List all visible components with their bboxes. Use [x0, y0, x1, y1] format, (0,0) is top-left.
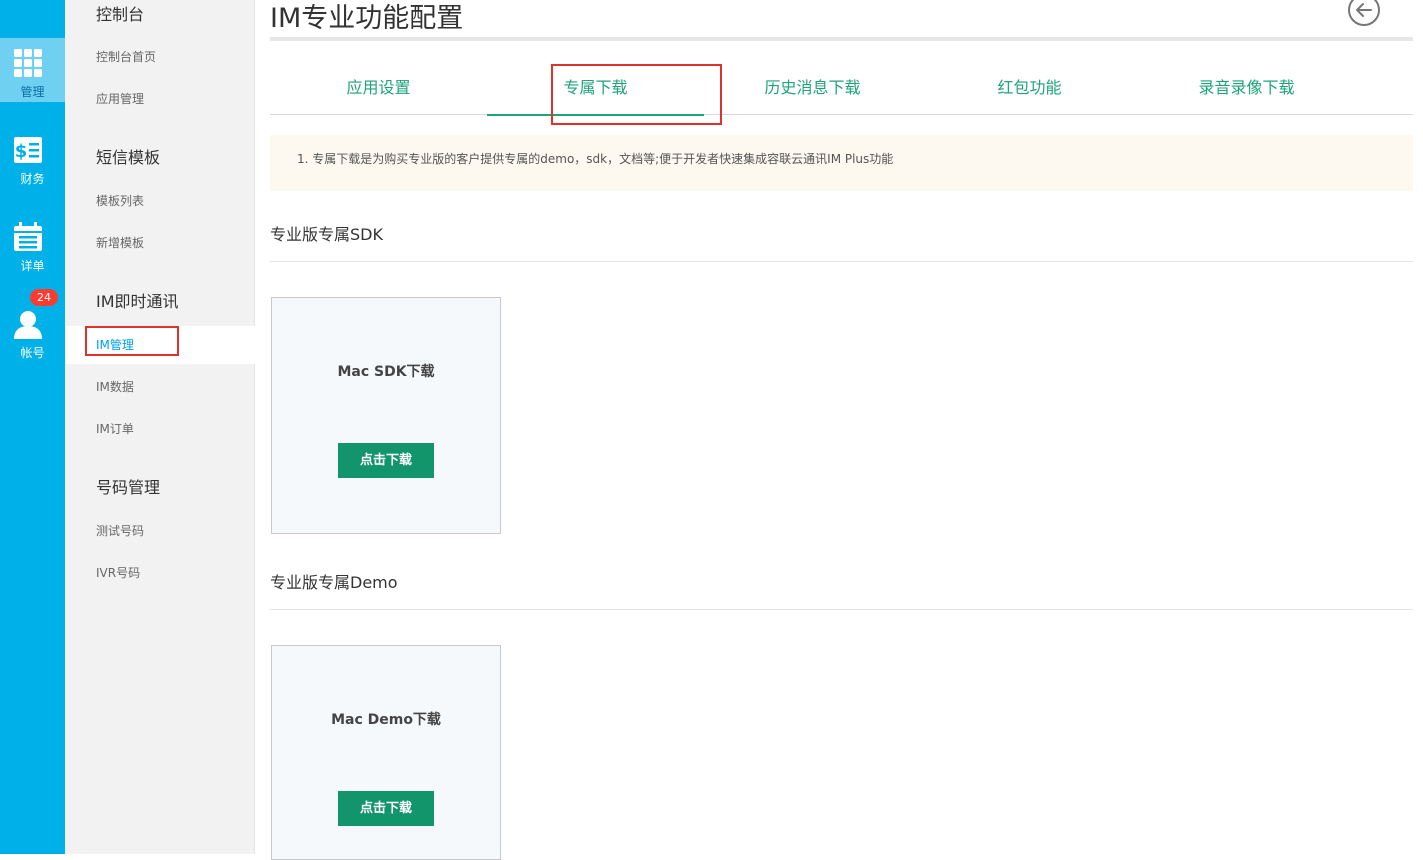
menu-group-im: IM即时通讯	[96, 292, 179, 311]
rail-label-details: 详单	[20, 259, 45, 273]
download-button-demo[interactable]: 点击下载	[338, 791, 434, 826]
rail-item-manage[interactable]: 管理	[0, 38, 65, 102]
download-card-sdk: Mac SDK下载 点击下载	[271, 297, 501, 534]
finance-icon: $	[14, 137, 42, 163]
tab-recording-download[interactable]: 录音录像下载	[1138, 60, 1355, 115]
page-title: IM专业功能配置	[270, 3, 464, 34]
menu-item-app-management[interactable]: 应用管理	[65, 80, 255, 118]
svg-text:$: $	[15, 141, 28, 162]
icon-rail: 管理 $ 财务 详单 24 帐号	[0, 0, 65, 854]
section-title-sdk: 专业版专属SDK	[270, 225, 383, 244]
menu-group-console: 控制台	[96, 5, 145, 24]
menu-item-console-home[interactable]: 控制台首页	[65, 38, 255, 76]
card-title-sdk: Mac SDK下载	[337, 364, 435, 380]
rail-item-details[interactable]: 详单	[0, 212, 65, 276]
menu-item-im-orders[interactable]: IM订单	[65, 410, 255, 448]
calendar-icon	[14, 222, 42, 251]
section-divider	[270, 609, 1413, 610]
rail-label-manage: 管理	[20, 85, 45, 99]
tab-exclusive-download[interactable]: 专属下载	[487, 60, 704, 116]
rail-item-finance[interactable]: $ 财务	[0, 125, 65, 189]
title-divider	[270, 37, 1413, 41]
rail-item-account[interactable]: 24 帐号	[0, 289, 65, 363]
back-button[interactable]	[1348, 0, 1380, 26]
section-title-demo: 专业版专属Demo	[270, 573, 398, 592]
menu-item-im-data[interactable]: IM数据	[65, 368, 255, 406]
user-icon	[14, 311, 42, 339]
menu-item-new-template[interactable]: 新增模板	[65, 224, 255, 262]
menu-group-numbers: 号码管理	[96, 478, 161, 497]
menu-item-ivr-numbers[interactable]: IVR号码	[65, 554, 255, 592]
rail-label-account: 帐号	[20, 346, 45, 360]
main-content: IM专业功能配置 应用设置 专属下载 历史消息下载 红包功能 录音录像下载 1.…	[270, 0, 1413, 860]
menu-item-test-numbers[interactable]: 测试号码	[65, 512, 255, 550]
rail-label-finance: 财务	[20, 172, 45, 186]
tab-red-packet[interactable]: 红包功能	[921, 60, 1138, 115]
menu-item-template-list[interactable]: 模板列表	[65, 182, 255, 220]
tab-history-download[interactable]: 历史消息下载	[704, 60, 921, 115]
notification-badge: 24	[30, 289, 58, 306]
download-button-sdk[interactable]: 点击下载	[338, 443, 434, 478]
card-title-demo: Mac Demo下载	[331, 712, 441, 728]
notice-banner: 1. 专属下载是为购买专业版的客户提供专属的demo，sdk，文档等;便于开发者…	[270, 135, 1413, 191]
tab-app-settings[interactable]: 应用设置	[270, 60, 487, 115]
arrow-left-icon	[1356, 3, 1372, 17]
download-card-demo: Mac Demo下载 点击下载	[271, 645, 501, 860]
menu-group-sms-templates: 短信模板	[96, 148, 161, 167]
section-divider	[270, 261, 1413, 262]
tab-bar: 应用设置 专属下载 历史消息下载 红包功能 录音录像下载	[270, 60, 1413, 116]
menu-item-im-management[interactable]: IM管理	[65, 326, 255, 364]
side-menu: 控制台 控制台首页 应用管理 短信模板 模板列表 新增模板 IM即时通讯 IM管…	[65, 0, 255, 854]
grid-icon	[14, 49, 42, 77]
